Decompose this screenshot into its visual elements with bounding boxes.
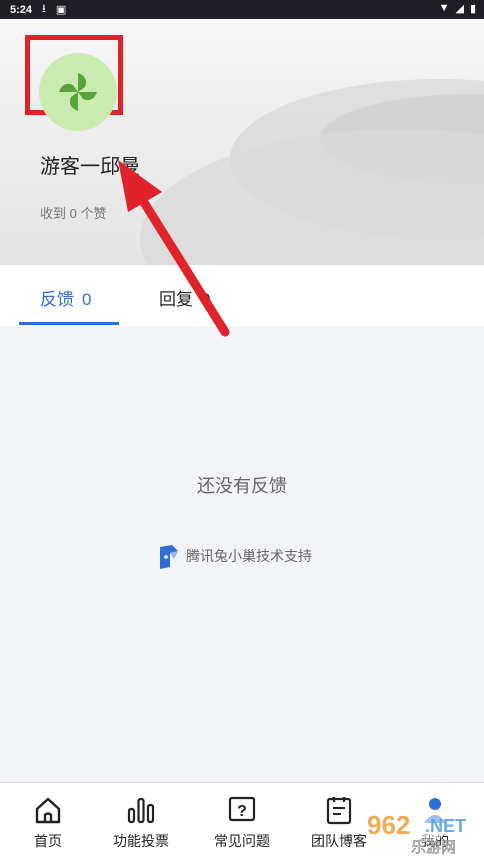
svg-text:乐游网: 乐游网 xyxy=(411,838,456,856)
svg-text:.NET: .NET xyxy=(425,816,466,836)
nav-faq[interactable]: ? 常见问题 xyxy=(194,795,290,851)
annotation-arrow xyxy=(118,160,230,337)
document-icon xyxy=(326,797,352,825)
nav-faq-label: 常见问题 xyxy=(214,833,270,849)
nav-feature-vote-label: 功能投票 xyxy=(113,833,169,849)
nav-feature-vote[interactable]: 功能投票 xyxy=(93,795,189,851)
watermark-logo: 962 .NET 乐游网 xyxy=(359,808,466,856)
home-icon xyxy=(35,797,61,824)
svg-text:962: 962 xyxy=(367,810,410,840)
nav-home-label: 首页 xyxy=(34,833,62,849)
svg-text:?: ? xyxy=(237,803,247,820)
bar-chart-icon xyxy=(127,797,155,824)
nav-home[interactable]: 首页 xyxy=(0,795,96,851)
question-icon: ? xyxy=(228,796,256,822)
